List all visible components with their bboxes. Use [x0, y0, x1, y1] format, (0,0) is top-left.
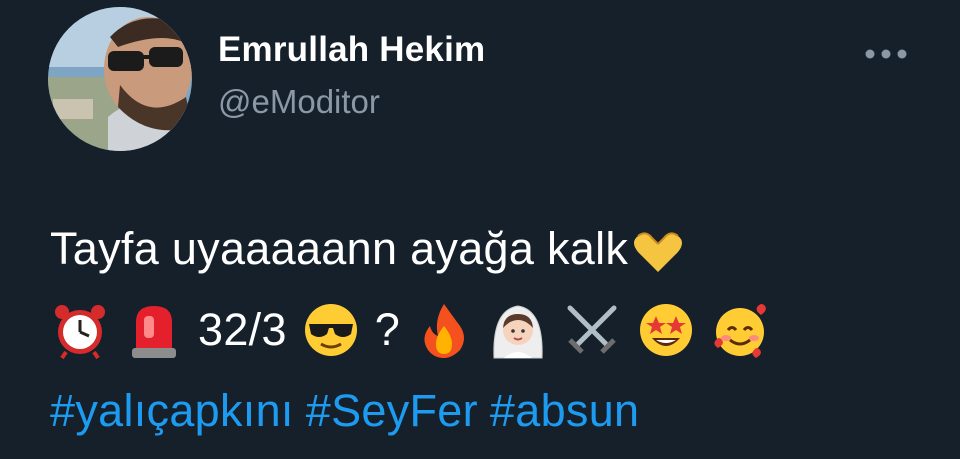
bride-with-veil-emoji — [488, 300, 548, 360]
police-light-emoji — [124, 300, 184, 360]
tweet-card: Emrullah Hekim @eModitor Tayfa uyaaaaann… — [0, 0, 960, 459]
author-display-name[interactable]: Emrullah Hekim — [218, 30, 485, 70]
tweet-text-line-2: 32/3 ? — [50, 300, 770, 360]
sunglasses-face-emoji — [301, 300, 361, 360]
tweet-text: Tayfa uyaaaaann ayağa kalk — [50, 222, 629, 274]
heart-hands-emoji — [628, 222, 688, 282]
author-handle[interactable]: @eModitor — [218, 83, 380, 121]
fire-emoji — [414, 300, 474, 360]
tweet-text-line-1: Tayfa uyaaaaann ayağa kalk — [50, 222, 688, 282]
tweet-text-score: 32/3 — [198, 304, 287, 355]
crossed-swords-emoji — [562, 300, 622, 360]
tweet-text-question: ? — [374, 304, 401, 355]
hashtag-absun[interactable]: #absun — [490, 385, 639, 436]
avatar[interactable] — [48, 7, 192, 151]
hashtag-seyfer[interactable]: #SeyFer — [306, 385, 478, 436]
avatar-photo — [48, 7, 192, 151]
star-struck-emoji — [636, 300, 696, 360]
hashtag-yalicapkini[interactable]: #yalıçapkını — [50, 385, 294, 436]
more-horizontal-icon — [865, 49, 907, 59]
more-options-button[interactable] — [858, 34, 914, 74]
smiling-face-with-hearts-emoji — [710, 300, 770, 360]
alarm-clock-emoji — [50, 300, 110, 360]
hashtag-line: #yalıçapkını #SeyFer #absun — [50, 385, 639, 437]
